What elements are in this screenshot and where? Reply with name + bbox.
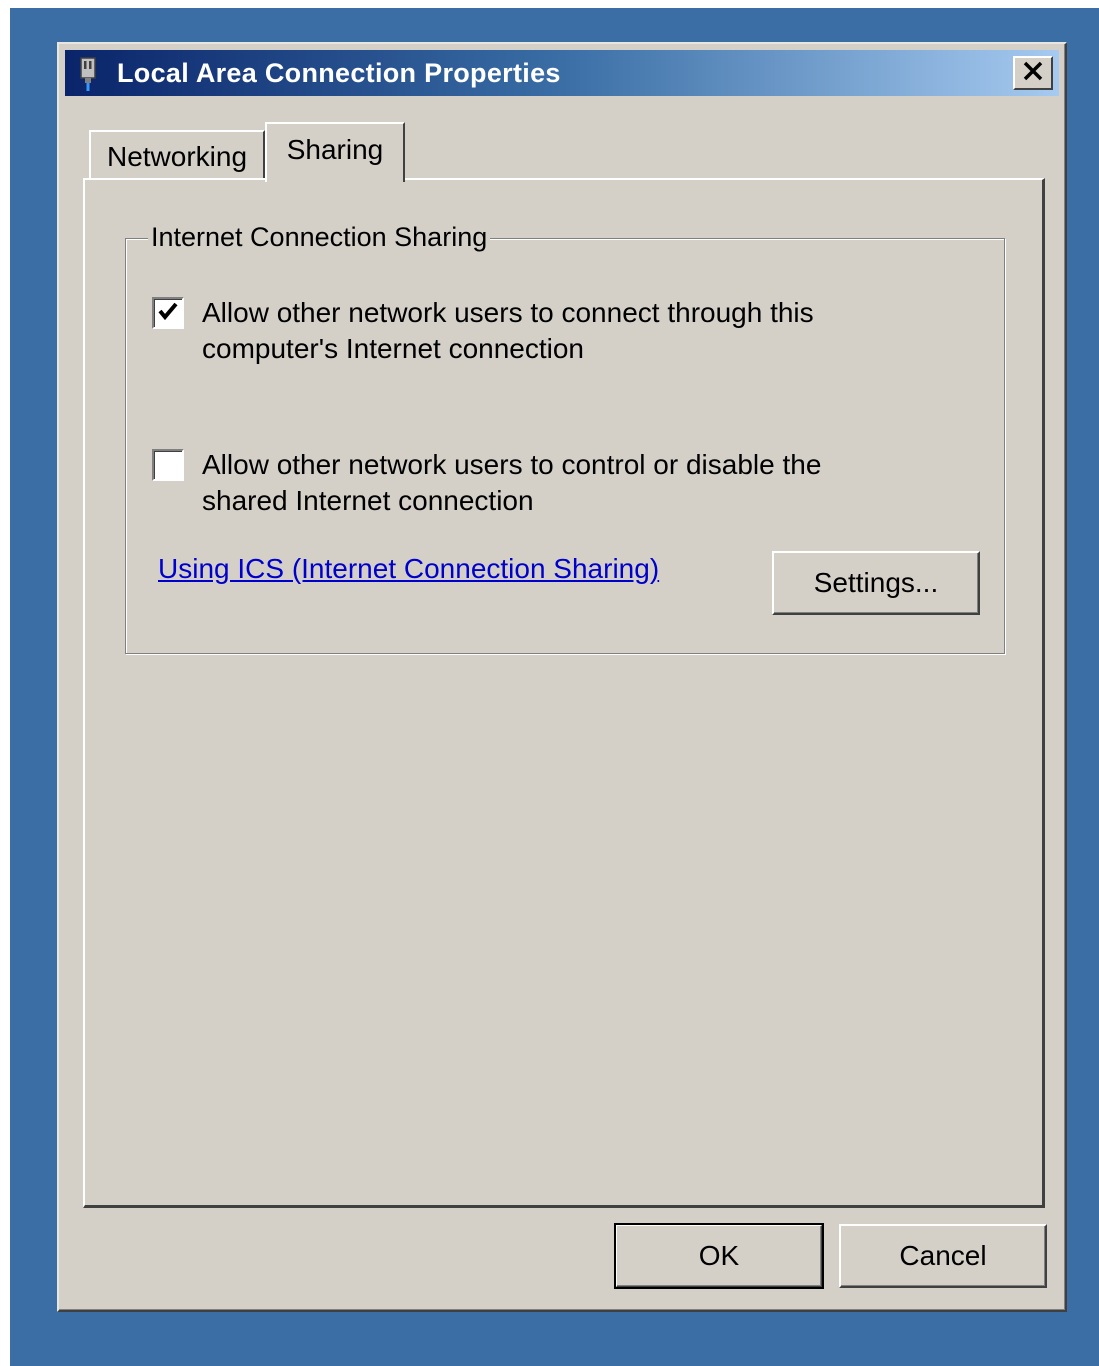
close-icon (1022, 61, 1044, 86)
ics-help-link[interactable]: Using ICS (Internet Connection Sharing) (158, 553, 659, 585)
ok-button-label: OK (698, 1240, 740, 1271)
title-bar[interactable]: Local Area Connection Properties (65, 50, 1059, 96)
allow-connect-checkbox[interactable] (152, 297, 184, 329)
settings-button[interactable]: Settings... (772, 551, 980, 615)
ok-button[interactable]: OK (614, 1223, 824, 1289)
tab-networking[interactable]: Networking (89, 130, 265, 182)
properties-dialog: Local Area Connection Properties Network… (57, 42, 1067, 1312)
checkmark-icon (157, 300, 179, 327)
ics-group-title: Internet Connection Sharing (148, 222, 491, 253)
cancel-button[interactable]: Cancel (839, 1224, 1047, 1288)
sharing-tab-panel: Internet Connection Sharing Allow other … (83, 178, 1045, 1208)
close-button[interactable] (1013, 56, 1053, 90)
cancel-button-label: Cancel (899, 1240, 987, 1271)
network-adapter-icon (77, 56, 99, 92)
tab-sharing-label: Sharing (286, 134, 384, 165)
tab-networking-label: Networking (106, 141, 248, 172)
allow-control-checkbox[interactable] (152, 449, 184, 481)
dialog-title: Local Area Connection Properties (117, 58, 561, 88)
ics-groupbox: Internet Connection Sharing Allow other … (125, 222, 1005, 654)
allow-connect-label[interactable]: Allow other network users to connect thr… (202, 295, 882, 367)
settings-button-label: Settings... (813, 567, 939, 598)
allow-control-label[interactable]: Allow other network users to control or … (202, 447, 882, 519)
tab-sharing[interactable]: Sharing (265, 122, 405, 182)
